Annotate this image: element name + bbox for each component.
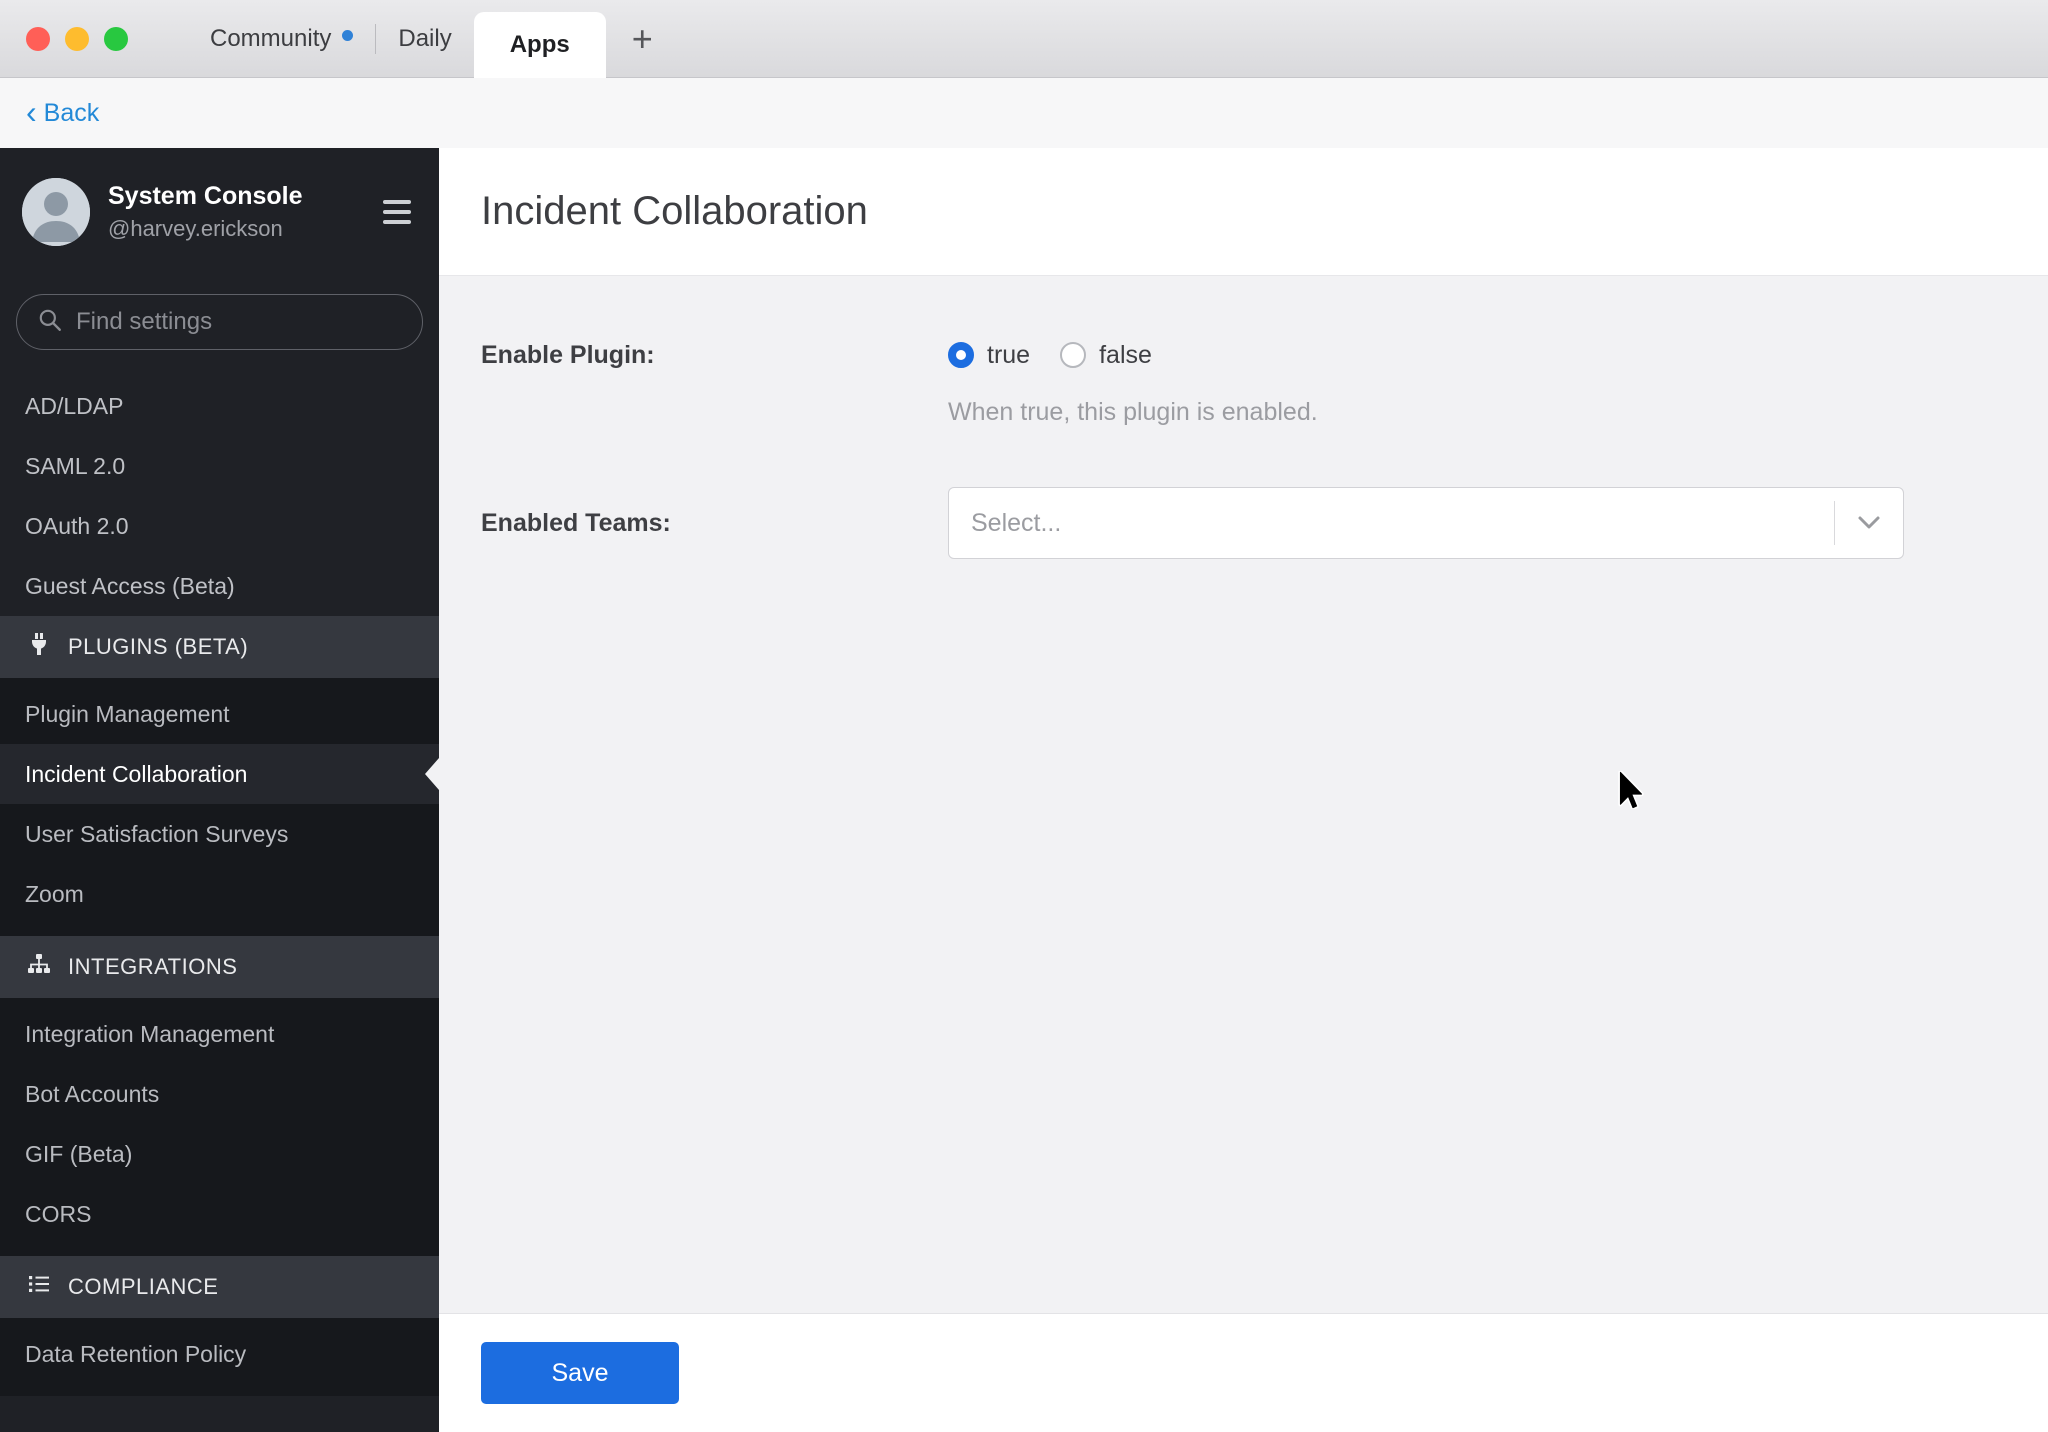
back-chevron-icon: ‹ [26,93,37,130]
footer-bar: Save [439,1313,2048,1432]
tab-daily[interactable]: Daily [376,0,473,78]
enabled-teams-select[interactable]: Select... [948,487,1904,559]
section-compliance: COMPLIANCE [0,1256,439,1318]
app-window: Community Daily Apps + ‹ Back System Con… [0,0,2048,1432]
profile-text: System Console @harvey.erickson [108,182,303,242]
sidebar-item-gif[interactable]: GIF (Beta) [0,1124,439,1184]
main-header: Incident Collaboration [439,148,2048,276]
sidebar-item-integration-management[interactable]: Integration Management [0,1004,439,1064]
tab-apps-label: Apps [509,31,570,58]
back-button[interactable]: ‹ Back [26,93,100,130]
sidebar-item-incident-collaboration-label: Incident Collaboration [25,760,248,787]
selected-item-arrow [425,758,439,790]
enable-plugin-row: Enable Plugin: true false [439,338,2048,372]
sidebar-profile-header: System Console @harvey.erickson [0,148,439,276]
section-plugins-label: PLUGINS (BETA) [68,634,249,659]
sidebar-item-oauth[interactable]: OAuth 2.0 [0,496,439,556]
integrations-group: Integration Management Bot Accounts GIF … [0,998,439,1256]
section-integrations: INTEGRATIONS [0,936,439,998]
list-icon [27,1272,51,1302]
tab-apps[interactable]: Apps [473,12,606,78]
admin-sidebar: System Console @harvey.erickson Find set… [0,148,439,1432]
zoom-window-button[interactable] [104,27,128,51]
radio-true[interactable] [948,342,974,368]
minimize-window-button[interactable] [65,27,89,51]
section-integrations-label: INTEGRATIONS [68,954,238,979]
enable-plugin-label: Enable Plugin: [481,341,655,369]
sidebar-item-data-retention-policy[interactable]: Data Retention Policy [0,1324,439,1384]
back-bar: ‹ Back [0,78,2048,148]
page-title: Incident Collaboration [481,189,868,233]
plugins-group: Plugin Management Incident Collaboration… [0,678,439,936]
tab-community[interactable]: Community [188,0,375,78]
sidebar-item-plugin-management[interactable]: Plugin Management [0,684,439,744]
sidebar-item-incident-collaboration[interactable]: Incident Collaboration [0,744,439,804]
sidebar-item-ad-ldap[interactable]: AD/LDAP [0,376,439,436]
console-title: System Console [108,182,303,210]
search-icon [37,307,63,338]
console-username: @harvey.erickson [108,216,283,241]
sitemap-icon [27,952,51,982]
enable-plugin-radio-group: true false [948,338,1152,372]
select-placeholder: Select... [971,508,1062,537]
traffic-lights [26,27,128,51]
new-tab-button[interactable]: + [606,0,679,78]
sidebar-item-bot-accounts[interactable]: Bot Accounts [0,1064,439,1124]
back-label: Back [43,98,100,127]
sidebar-item-guest-access[interactable]: Guest Access (Beta) [0,556,439,616]
menu-icon[interactable] [383,200,411,224]
tab-community-label: Community [210,25,332,52]
enabled-teams-row: Enabled Teams: Select... [439,487,2048,559]
search-placeholder: Find settings [76,308,213,335]
enable-plugin-help-text: When true, this plugin is enabled. [948,398,1318,426]
section-compliance-label: COMPLIANCE [68,1274,219,1299]
sidebar-item-cors[interactable]: CORS [0,1184,439,1244]
avatar [22,178,90,246]
radio-true-label[interactable]: true [987,341,1030,370]
radio-false-label[interactable]: false [1099,341,1152,370]
radio-false[interactable] [1060,342,1087,368]
section-plugins: PLUGINS (BETA) [0,616,439,678]
sidebar-item-saml[interactable]: SAML 2.0 [0,436,439,496]
main-panel: Incident Collaboration Enable Plugin: tr… [439,148,2048,1432]
tab-daily-label: Daily [398,25,452,52]
compliance-group: Data Retention Policy [0,1318,439,1396]
plug-icon [27,632,51,662]
sidebar-item-user-satisfaction-surveys[interactable]: User Satisfaction Surveys [0,804,439,864]
close-window-button[interactable] [26,27,50,51]
chevron-down-icon[interactable] [1835,515,1903,531]
save-button[interactable]: Save [481,1342,679,1404]
sidebar-item-zoom[interactable]: Zoom [0,864,439,924]
tab-bar: Community Daily Apps + [188,0,679,78]
mouse-cursor [1616,770,1646,814]
window-titlebar: Community Daily Apps + [0,0,2048,78]
find-settings-input[interactable]: Find settings [16,294,423,350]
enabled-teams-label: Enabled Teams: [481,509,671,537]
unread-dot-icon [342,29,354,41]
